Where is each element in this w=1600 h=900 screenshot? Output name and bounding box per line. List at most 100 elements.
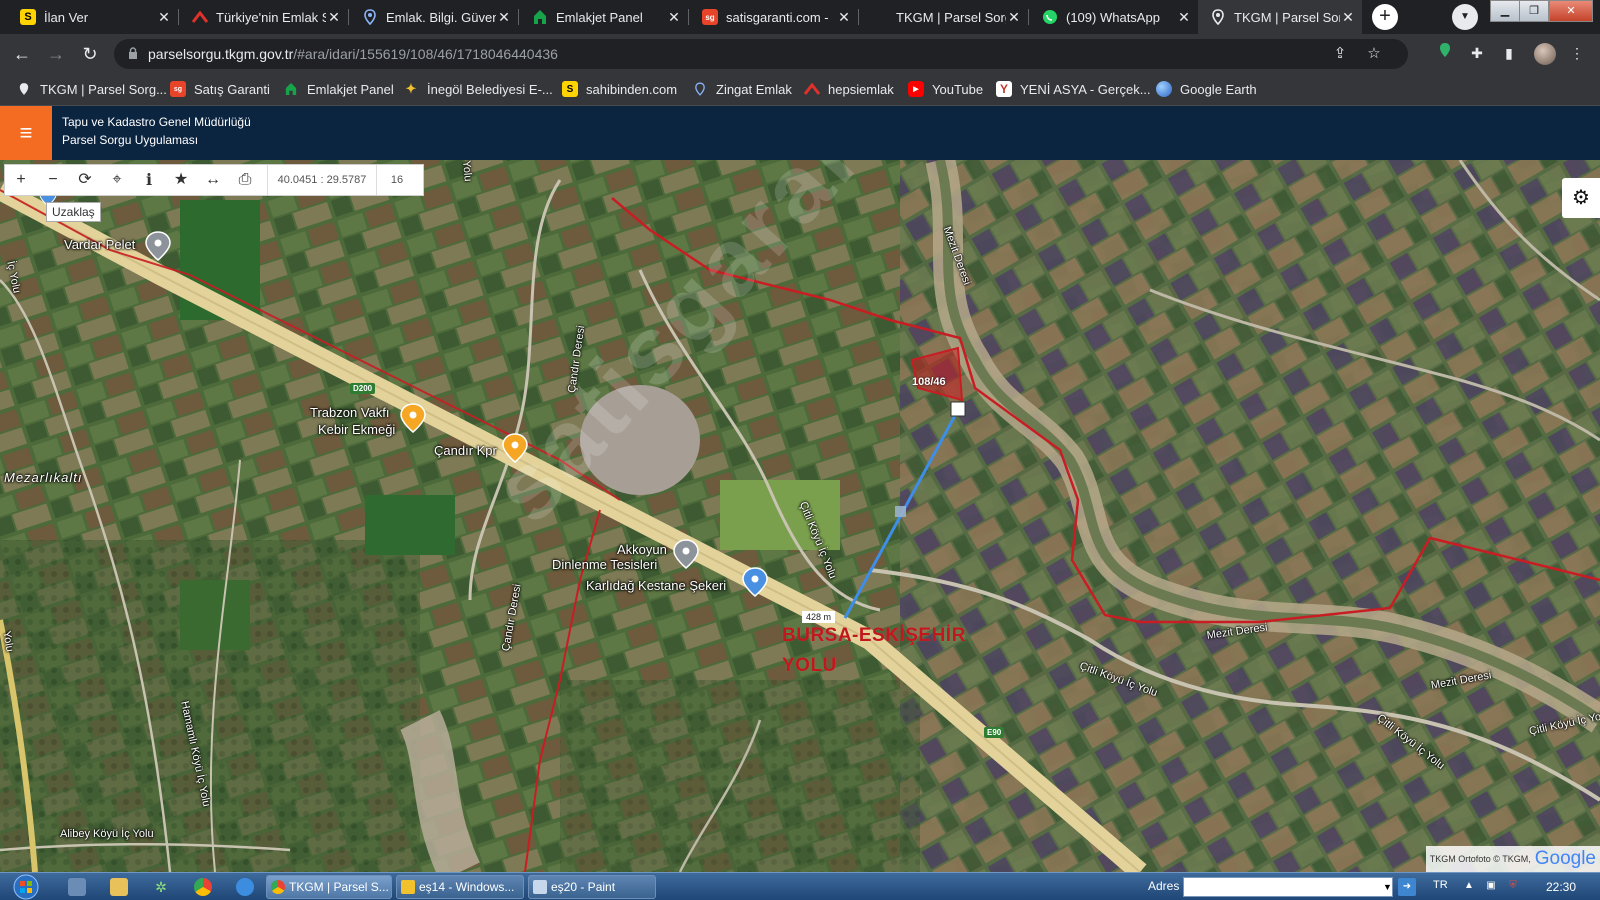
- poi-akkoyun[interactable]: Akkoyun: [617, 542, 667, 557]
- tab-emlak-bilgi[interactable]: Emlak. Bilgi. Güven ✕: [350, 0, 518, 34]
- close-window-icon[interactable]: ✕: [1549, 0, 1593, 22]
- hamburger-menu-icon[interactable]: ≡: [0, 106, 52, 160]
- favorite-star-icon[interactable]: ★: [165, 165, 197, 195]
- map-pin-favicon-icon: [362, 9, 378, 25]
- show-desktop-icon[interactable]: [68, 878, 86, 896]
- network-icon[interactable]: ▣: [1484, 879, 1498, 893]
- close-tab-icon[interactable]: ✕: [1340, 9, 1356, 26]
- location-extension-icon[interactable]: [1434, 42, 1456, 64]
- annotation-line-2: YOLU: [782, 655, 837, 676]
- close-tab-icon[interactable]: ✕: [326, 9, 342, 26]
- internet-explorer-icon[interactable]: [236, 878, 254, 896]
- tab-title: Emlak. Bilgi. Güven: [386, 9, 496, 25]
- maximize-icon[interactable]: ❐: [1519, 0, 1549, 22]
- hepsiemlak-icon: [804, 81, 820, 97]
- minimize-icon[interactable]: ▁: [1490, 0, 1520, 22]
- tray-expand-icon[interactable]: ▲: [1462, 879, 1476, 893]
- tab-strip: S İlan Ver ✕ Türkiye'nin Emlak S ✕ Emlak…: [0, 0, 1600, 34]
- app-star-icon[interactable]: ✲: [152, 878, 170, 896]
- tab-ilan-ver[interactable]: S İlan Ver ✕: [8, 0, 178, 34]
- taskbar-window-tkgm[interactable]: TKGM | Parsel S...: [266, 875, 392, 899]
- tab-search-chevron-icon[interactable]: ▼: [1452, 4, 1478, 30]
- bookmark-inegol[interactable]: ✦ İnegöl Belediyesi E-...: [403, 81, 553, 97]
- menu-dots-icon[interactable]: ⋮: [1566, 42, 1588, 64]
- new-tab-icon[interactable]: +: [1372, 4, 1398, 30]
- chrome-icon[interactable]: [194, 878, 212, 896]
- bookmark-star-icon[interactable]: ☆: [1364, 44, 1384, 64]
- app-title: Parsel Sorgu Uygulaması: [62, 133, 199, 147]
- refresh-icon[interactable]: ⟳: [69, 165, 101, 195]
- bookmark-sahibinden[interactable]: S sahibinden.com: [562, 81, 677, 97]
- poi-vardar-pelet[interactable]: Vardar Pelet: [64, 237, 135, 252]
- map-view[interactable]: satisgaranti + − ⟳ ⌖ i ★ ↔ ⎙ 40.0451 : 2…: [0, 160, 1600, 872]
- share-icon[interactable]: ⇪: [1330, 44, 1350, 64]
- lock-icon[interactable]: [128, 47, 138, 59]
- extensions-puzzle-icon[interactable]: ✚: [1466, 42, 1488, 64]
- back-arrow-icon[interactable]: ←: [10, 42, 34, 66]
- org-title: Tapu ve Kadastro Genel Müdürlüğü: [62, 115, 251, 129]
- start-orb-icon[interactable]: [4, 873, 44, 900]
- side-panel-icon[interactable]: ▮: [1498, 42, 1520, 64]
- settings-gear-icon[interactable]: ⚙: [1562, 178, 1600, 218]
- taskbar-window-es14[interactable]: eş14 - Windows...: [396, 875, 524, 899]
- close-tab-icon[interactable]: ✕: [1176, 9, 1192, 26]
- google-earth-icon: [1156, 81, 1172, 97]
- address-bar[interactable]: parselsorgu.tkgm.gov.tr/#ara/idari/15561…: [114, 39, 1408, 69]
- zoom-in-icon[interactable]: +: [5, 165, 37, 195]
- chevron-down-icon[interactable]: ▼: [1383, 878, 1393, 896]
- go-arrow-icon[interactable]: ➜: [1398, 878, 1416, 896]
- close-tab-icon[interactable]: ✕: [156, 9, 172, 26]
- locate-crosshair-icon[interactable]: ⌖: [101, 165, 133, 195]
- tab-whatsapp[interactable]: (109) WhatsApp ✕: [1030, 0, 1198, 34]
- file-explorer-icon[interactable]: [110, 878, 128, 896]
- close-tab-icon[interactable]: ✕: [1006, 9, 1022, 26]
- bookmark-label: YouTube: [932, 81, 984, 97]
- parcel-label[interactable]: 108/46: [912, 376, 946, 388]
- bookmark-zingat[interactable]: Zingat Emlak: [692, 81, 792, 97]
- info-icon[interactable]: i: [133, 165, 165, 195]
- taskbar-window-es20-paint[interactable]: eş20 - Paint: [528, 875, 656, 899]
- bookmark-google-earth[interactable]: Google Earth: [1156, 81, 1257, 97]
- address-toolbar-input[interactable]: [1183, 877, 1393, 897]
- bookmark-yeni-asya[interactable]: Y YENİ ASYA - Gerçek...: [996, 81, 1151, 97]
- poi-dinlenme-tesisleri[interactable]: Dinlenme Tesisleri: [552, 557, 657, 572]
- attribution-text[interactable]: TKGM Ortofoto © TKGM,: [1430, 854, 1531, 864]
- forward-arrow-icon[interactable]: →: [44, 42, 68, 66]
- input-language[interactable]: TR: [1433, 879, 1448, 891]
- bookmark-label: Satış Garanti: [194, 81, 270, 97]
- close-tab-icon[interactable]: ✕: [666, 9, 682, 26]
- map-pin-favicon-icon: [1210, 9, 1226, 25]
- poi-candir-kpr[interactable]: Çandır Kpr: [434, 443, 497, 458]
- close-tab-icon[interactable]: ✕: [496, 9, 512, 26]
- poi-karlidag[interactable]: Karlıdağ Kestane Şekeri: [586, 578, 726, 593]
- road-alibey: Alibey Köyü İç Yolu: [60, 828, 154, 840]
- bookmark-hepsiemlak[interactable]: hepsiemlak: [804, 81, 894, 97]
- bookmark-satis-garanti[interactable]: sg Satış Garanti: [170, 81, 270, 97]
- tab-separator: [518, 9, 519, 25]
- tab-separator: [688, 9, 689, 25]
- close-tab-icon[interactable]: ✕: [836, 9, 852, 26]
- windows-taskbar: ✲ TKGM | Parsel S... eş14 - Windows... e…: [0, 872, 1600, 900]
- tab-satisgaranti[interactable]: sg satisgaranti.com - ✕: [690, 0, 858, 34]
- bookmark-tkgm[interactable]: TKGM | Parsel Sorg...: [16, 81, 167, 97]
- poi-trabzon-vakfi[interactable]: Trabzon Vakfı: [310, 405, 389, 420]
- tab-emlak[interactable]: Türkiye'nin Emlak S ✕: [180, 0, 348, 34]
- security-shield-icon[interactable]: ⛨: [1506, 879, 1520, 893]
- bookmark-label: Zingat Emlak: [716, 81, 792, 97]
- poi-kebir-ekmegi[interactable]: Kebir Ekmeği: [318, 422, 395, 437]
- bookmark-emlakjet[interactable]: Emlakjet Panel: [283, 81, 394, 97]
- tab-title: İlan Ver: [44, 9, 89, 25]
- tab-tkgm-1[interactable]: TKGM | Parsel Sorg ✕: [860, 0, 1028, 34]
- measure-distance-icon[interactable]: ↔: [197, 165, 229, 195]
- tab-title: (109) WhatsApp: [1066, 9, 1160, 25]
- tab-emlakjet-panel[interactable]: Emlakjet Panel ✕: [520, 0, 688, 34]
- url-text: parselsorgu.tkgm.gov.tr/#ara/idari/15561…: [148, 46, 558, 62]
- reload-icon[interactable]: ↻: [78, 42, 102, 66]
- zoom-out-icon[interactable]: −: [37, 165, 69, 195]
- print-icon[interactable]: ⎙: [229, 165, 261, 195]
- tab-tkgm-active[interactable]: TKGM | Parsel Sorg ✕: [1198, 0, 1362, 34]
- map-toolbar: + − ⟳ ⌖ i ★ ↔ ⎙ 40.0451 : 29.5787 16: [4, 164, 424, 196]
- profile-avatar[interactable]: [1534, 43, 1556, 65]
- system-clock[interactable]: 22:30: [1546, 880, 1576, 894]
- bookmark-youtube[interactable]: ▶ YouTube: [908, 81, 983, 97]
